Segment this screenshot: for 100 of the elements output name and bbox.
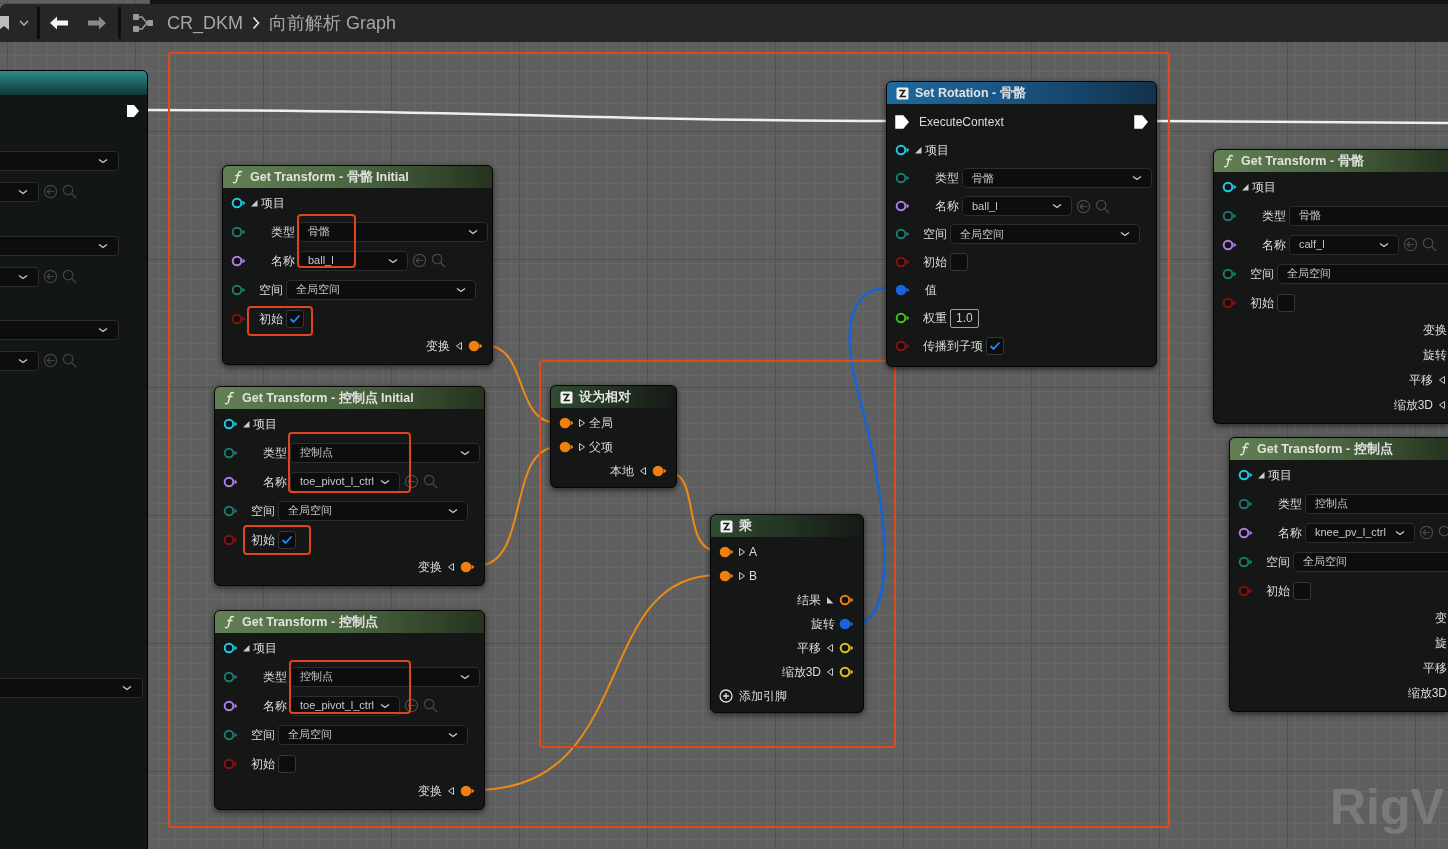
triangle-icon[interactable] xyxy=(577,442,587,452)
node[interactable]: Get Transform - 控制点 项目 类型 控制点 名称 knee_pv_l_ctrl 空间 全局空间 初始 变 旋 平移 缩放3D xyxy=(1229,437,1448,712)
dropdown[interactable]: 控制点 xyxy=(1305,493,1448,514)
node-panel[interactable] xyxy=(0,70,148,849)
node[interactable]: 乘 A B 结果 旋转 平移 缩放3D 添加引脚 xyxy=(710,514,864,713)
triangle-icon[interactable] xyxy=(737,571,747,581)
dropdown[interactable]: 骨骼 xyxy=(1289,205,1448,226)
triangle-icon[interactable] xyxy=(446,561,456,572)
dropdown[interactable]: ball_l xyxy=(962,196,1072,216)
node[interactable]: 设为相对 全局 父项 本地 xyxy=(550,385,677,488)
node-header[interactable]: Get Transform - 控制点 xyxy=(215,611,484,633)
pin[interactable] xyxy=(460,784,476,797)
pin[interactable] xyxy=(719,570,735,582)
node[interactable]: Set Rotation - 骨骼 ExecuteContext 项目 类型 骨骼 名称 ball_l 空间 全局空间 初始 值 权重 1.0 传播到子项 xyxy=(886,81,1157,367)
checkbox[interactable] xyxy=(986,337,1004,355)
triangle-icon[interactable] xyxy=(638,466,648,476)
pin[interactable] xyxy=(559,441,575,453)
dropdown[interactable]: 全局空间 xyxy=(278,500,468,521)
back-icon[interactable] xyxy=(404,474,419,489)
chevron-icon[interactable] xyxy=(19,20,29,26)
node[interactable]: Get Transform - 控制点 项目 类型 控制点 名称 toe_pivot_l_ctrl 空间 全局空间 初始 变换 xyxy=(214,610,485,810)
pin[interactable] xyxy=(719,546,735,558)
add-icon[interactable] xyxy=(719,689,733,703)
breadcrumb[interactable]: CR_DKM xyxy=(167,9,243,37)
pin[interactable] xyxy=(652,465,668,477)
pin[interactable] xyxy=(839,642,855,654)
checkbox[interactable] xyxy=(286,309,304,328)
dropdown[interactable]: knee_pv_l_ctrl xyxy=(1305,522,1415,543)
node-header[interactable]: Get Transform - 骨骼 xyxy=(1214,150,1448,172)
triangle-icon[interactable] xyxy=(1256,469,1266,480)
node-header[interactable]: Get Transform - 控制点 Initial xyxy=(215,387,484,409)
breadcrumb[interactable]: 向前解析 Graph xyxy=(269,9,397,37)
bookmark-icon[interactable] xyxy=(0,15,11,31)
dropdown[interactable]: 控制点 xyxy=(290,442,480,463)
pin[interactable] xyxy=(223,417,239,430)
pin-label: 项目 xyxy=(1252,178,1276,196)
pin[interactable] xyxy=(468,339,484,352)
pin[interactable] xyxy=(895,312,911,324)
pin[interactable] xyxy=(559,417,575,429)
triangle-icon[interactable] xyxy=(241,642,251,653)
dropdown[interactable]: 全局空间 xyxy=(286,279,476,300)
pin[interactable] xyxy=(839,594,855,606)
dropdown[interactable]: calf_l xyxy=(1289,234,1399,255)
pin[interactable] xyxy=(223,641,239,654)
triangle-icon[interactable] xyxy=(825,595,835,605)
triangle-icon[interactable] xyxy=(1437,399,1447,410)
exec-pin[interactable] xyxy=(126,104,140,118)
pin[interactable] xyxy=(839,666,855,678)
pin[interactable] xyxy=(895,200,911,212)
checkbox[interactable] xyxy=(1277,293,1295,312)
forward-arrow-icon[interactable] xyxy=(87,15,107,31)
pin[interactable] xyxy=(231,254,247,267)
pin[interactable] xyxy=(223,699,239,712)
node-header[interactable]: Get Transform - 骨骼 Initial xyxy=(223,166,492,188)
pin[interactable] xyxy=(1238,526,1254,539)
triangle-icon[interactable] xyxy=(1437,374,1447,385)
dropdown[interactable]: 全局空间 xyxy=(1293,551,1448,572)
triangle-icon[interactable] xyxy=(825,667,835,677)
checkbox[interactable] xyxy=(950,253,968,271)
number-field[interactable]: 1.0 xyxy=(950,308,979,328)
pin[interactable] xyxy=(895,144,911,156)
triangle-icon[interactable] xyxy=(1240,181,1250,192)
node[interactable]: Get Transform - 控制点 Initial 项目 类型 控制点 名称 toe_pivot_l_ctrl 空间 全局空间 初始 变换 xyxy=(214,386,485,586)
back-icon[interactable] xyxy=(404,698,419,713)
pin[interactable] xyxy=(1238,468,1254,481)
triangle-icon[interactable] xyxy=(454,340,464,351)
checkbox[interactable] xyxy=(1293,581,1311,600)
triangle-icon[interactable] xyxy=(249,197,259,208)
triangle-icon[interactable] xyxy=(241,418,251,429)
checkbox[interactable] xyxy=(278,754,296,773)
pin[interactable] xyxy=(1222,180,1238,193)
node[interactable]: Get Transform - 骨骼 Initial 项目 类型 骨骼 名称 ball_l 空间 全局空间 初始 变换 xyxy=(222,165,493,365)
pin[interactable] xyxy=(460,560,476,573)
pin[interactable] xyxy=(223,475,239,488)
node-header[interactable]: 设为相对 xyxy=(551,386,676,408)
dropdown[interactable]: 全局空间 xyxy=(278,724,468,745)
triangle-icon[interactable] xyxy=(737,547,747,557)
chevron-icon xyxy=(448,507,458,514)
node-header[interactable]: Set Rotation - 骨骼 xyxy=(887,82,1156,104)
dropdown[interactable]: 骨骼 xyxy=(962,168,1152,188)
dropdown[interactable]: 全局空间 xyxy=(1277,263,1448,284)
dropdown[interactable]: toe_pivot_l_ctrl xyxy=(290,471,400,492)
node-header[interactable]: 乘 xyxy=(711,515,863,537)
node-header[interactable]: Get Transform - 控制点 xyxy=(1230,438,1448,460)
dropdown[interactable]: ball_l xyxy=(298,250,408,271)
exec-pin[interactable] xyxy=(1134,115,1148,129)
exec-pin[interactable] xyxy=(895,115,909,129)
dropdown[interactable]: 骨骼 xyxy=(298,221,488,242)
pin[interactable] xyxy=(231,196,247,209)
triangle-icon[interactable] xyxy=(825,643,835,653)
pin[interactable] xyxy=(1222,238,1238,251)
node[interactable]: Get Transform - 骨骼 项目 类型 骨骼 名称 calf_l 空间 全局空间 初始 变换 旋转 平移 缩放3D xyxy=(1213,149,1448,424)
triangle-icon[interactable] xyxy=(446,785,456,796)
dropdown[interactable]: 全局空间 xyxy=(950,224,1140,244)
back-arrow-icon[interactable] xyxy=(49,15,69,31)
triangle-icon[interactable] xyxy=(577,418,587,428)
dropdown[interactable]: 控制点 xyxy=(290,666,480,687)
pin-label: 名称 xyxy=(263,697,287,715)
checkbox[interactable] xyxy=(278,530,296,549)
triangle-icon[interactable] xyxy=(913,145,923,155)
